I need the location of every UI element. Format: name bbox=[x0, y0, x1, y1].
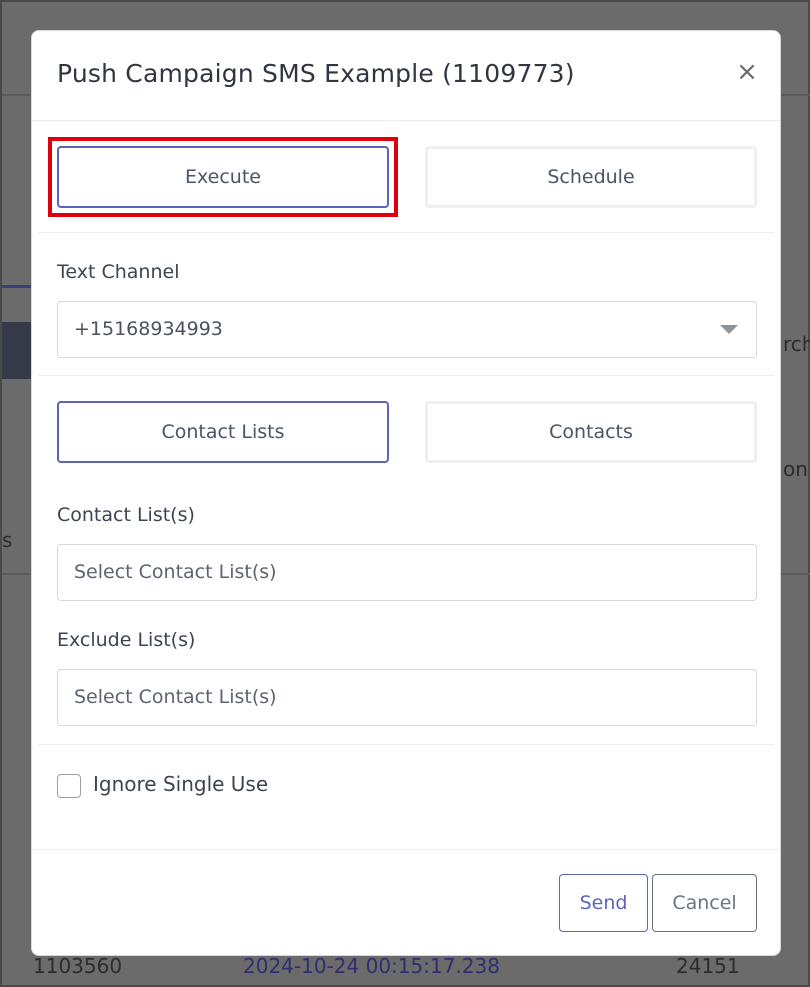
bg-row-timestamp: 2024-10-24 00:15:17.238 bbox=[243, 954, 500, 978]
ignore-single-use-checkbox[interactable] bbox=[57, 774, 81, 798]
schedule-button[interactable]: Schedule bbox=[425, 146, 757, 208]
modal-title: Push Campaign SMS Example (1109773) bbox=[57, 59, 575, 88]
ignore-single-use-label: Ignore Single Use bbox=[93, 772, 269, 796]
execute-button[interactable]: Execute bbox=[57, 146, 389, 208]
bg-row-count: 24151 bbox=[676, 954, 740, 978]
close-icon[interactable]: × bbox=[732, 57, 762, 87]
exclude-lists-input[interactable]: Select Contact List(s) bbox=[57, 669, 757, 726]
contact-lists-tab[interactable]: Contact Lists bbox=[57, 401, 389, 463]
push-campaign-modal: Push Campaign SMS Example (1109773) × Ex… bbox=[31, 30, 781, 956]
bg-search-fragment: rch bbox=[783, 332, 810, 356]
modal-header: Push Campaign SMS Example (1109773) × bbox=[32, 31, 780, 121]
contacts-tab[interactable]: Contacts bbox=[425, 401, 757, 463]
text-channel-select[interactable]: +15168934993 bbox=[57, 301, 757, 358]
exclude-lists-label: Exclude List(s) bbox=[57, 629, 196, 651]
chevron-down-icon bbox=[720, 325, 738, 334]
text-channel-label: Text Channel bbox=[57, 261, 180, 283]
cancel-button[interactable]: Cancel bbox=[652, 874, 757, 932]
exclude-lists-placeholder: Select Contact List(s) bbox=[74, 686, 277, 708]
bg-dark-button bbox=[2, 322, 33, 379]
section-divider bbox=[38, 232, 774, 233]
footer-divider bbox=[32, 849, 780, 850]
section-divider bbox=[38, 375, 774, 376]
bg-label-fragment: s bbox=[2, 528, 13, 552]
bg-header-fragment: on bbox=[783, 457, 808, 481]
send-button[interactable]: Send bbox=[559, 874, 648, 932]
bg-tab-indicator bbox=[2, 285, 33, 288]
contact-lists-placeholder: Select Contact List(s) bbox=[74, 561, 277, 583]
section-divider bbox=[38, 744, 774, 745]
bg-row-id: 1103560 bbox=[33, 954, 123, 978]
contact-lists-label: Contact List(s) bbox=[57, 504, 195, 526]
contact-lists-input[interactable]: Select Contact List(s) bbox=[57, 544, 757, 601]
text-channel-value: +15168934993 bbox=[74, 318, 223, 340]
